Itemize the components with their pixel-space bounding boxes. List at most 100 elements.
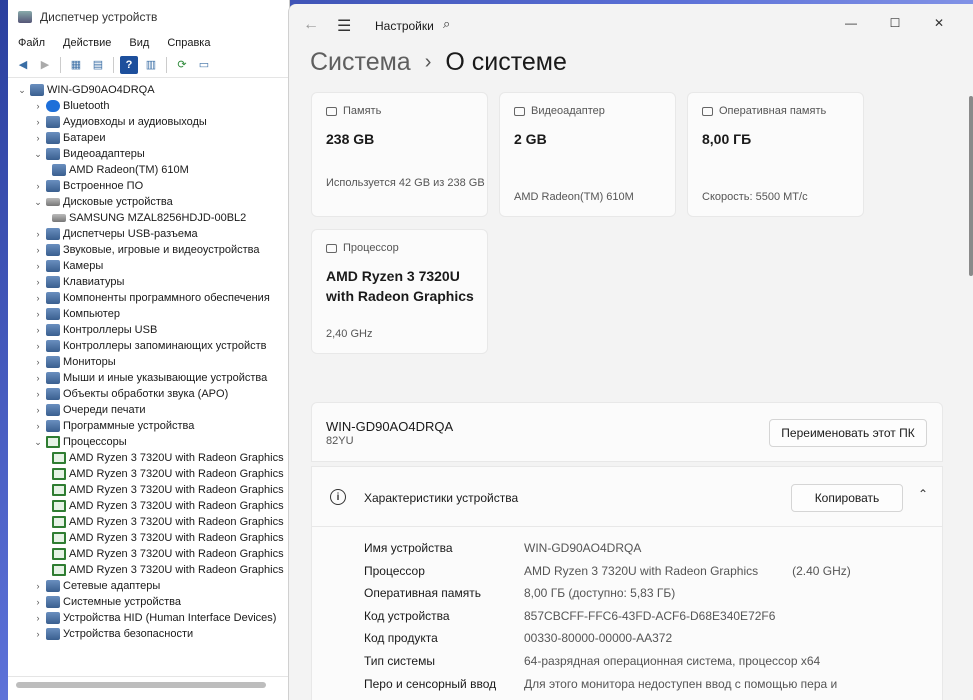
chevron-right-icon[interactable]: › bbox=[32, 613, 44, 623]
scan-hardware-icon[interactable]: ⟳ bbox=[173, 56, 191, 74]
tree-category-item[interactable]: › Встроенное ПО bbox=[8, 178, 289, 194]
chevron-right-icon[interactable]: › bbox=[32, 133, 44, 143]
gpu-card[interactable]: Видеоадаптер 2 GB AMD Radeon(TM) 610M bbox=[499, 92, 676, 217]
tree-category-item[interactable]: › Очереди печати bbox=[8, 402, 289, 418]
chevron-right-icon[interactable]: › bbox=[32, 309, 44, 319]
tree-category-item[interactable]: › Клавиатуры bbox=[8, 274, 289, 290]
tree-item-label: Bluetooth bbox=[63, 100, 110, 112]
resources-icon[interactable]: ▥ bbox=[142, 56, 160, 74]
tree-device-item[interactable]: AMD Ryzen 3 7320U with Radeon Graphics bbox=[8, 466, 289, 482]
tree-category-item[interactable]: › Батареи bbox=[8, 130, 289, 146]
chevron-right-icon[interactable]: › bbox=[32, 277, 44, 287]
tree-category-item[interactable]: › Сетевые адаптеры bbox=[8, 578, 289, 594]
tree-category-item[interactable]: › Камеры bbox=[8, 258, 289, 274]
chevron-right-icon[interactable]: › bbox=[32, 245, 44, 255]
tree-category-item[interactable]: › Bluetooth bbox=[8, 98, 289, 114]
horizontal-scrollbar[interactable] bbox=[8, 676, 289, 692]
breadcrumb-parent[interactable]: Система bbox=[310, 48, 411, 77]
display-adapter-icon bbox=[514, 106, 525, 116]
chevron-right-icon[interactable]: › bbox=[32, 389, 44, 399]
tree-category-item[interactable]: › Устройства безопасности bbox=[8, 626, 289, 642]
tree-category-item[interactable]: ⌄ Дисковые устройства bbox=[8, 194, 289, 210]
tree-device-item[interactable]: SAMSUNG MZAL8256HDJD-00BL2 bbox=[8, 210, 289, 226]
tree-category-item[interactable]: › Мониторы bbox=[8, 354, 289, 370]
maximize-icon[interactable]: ☐ bbox=[873, 10, 917, 36]
collapse-chevron-icon[interactable]: ⌄ bbox=[16, 85, 28, 96]
help-icon[interactable]: ? bbox=[120, 55, 138, 74]
chevron-right-icon[interactable]: › bbox=[32, 229, 44, 239]
tree-category-item[interactable]: › Компоненты программного обеспечения bbox=[8, 290, 289, 306]
close-icon[interactable]: ✕ bbox=[917, 10, 961, 36]
tree-category-item[interactable]: › Диспетчеры USB-разъема bbox=[8, 226, 289, 242]
cpu-card[interactable]: Процессор AMD Ryzen 3 7320U with Radeon … bbox=[311, 229, 488, 354]
chevron-down-icon[interactable]: ⌄ bbox=[32, 197, 44, 208]
chevron-right-icon[interactable]: › bbox=[32, 117, 44, 127]
tree-view-icon[interactable]: ▦ bbox=[67, 56, 85, 74]
chevron-down-icon[interactable]: ⌄ bbox=[32, 437, 44, 448]
tree-device-item[interactable]: AMD Ryzen 3 7320U with Radeon Graphics bbox=[8, 514, 289, 530]
menu-help[interactable]: Справка bbox=[167, 37, 210, 49]
menu-file[interactable]: Файл bbox=[18, 37, 45, 49]
vertical-scrollbar[interactable] bbox=[969, 96, 973, 276]
chevron-right-icon[interactable]: › bbox=[32, 357, 44, 367]
tree-category-item[interactable]: › Мыши и иные указывающие устройства bbox=[8, 370, 289, 386]
hamburger-menu-icon[interactable]: ☰ bbox=[337, 16, 351, 36]
tree-category-item[interactable]: › Программные устройства bbox=[8, 418, 289, 434]
tree-category-item[interactable]: › Контроллеры запоминающих устройств bbox=[8, 338, 289, 354]
copy-button[interactable]: Копировать bbox=[791, 484, 903, 512]
chevron-right-icon[interactable]: › bbox=[32, 629, 44, 639]
chevron-right-icon[interactable]: › bbox=[32, 325, 44, 335]
tree-category-item[interactable]: › Объекты обработки звука (APO) bbox=[8, 386, 289, 402]
chevron-right-icon[interactable]: › bbox=[32, 421, 44, 431]
chevron-right-icon[interactable]: › bbox=[32, 293, 44, 303]
chevron-right-icon[interactable]: › bbox=[32, 405, 44, 415]
device-specs-header[interactable]: i Характеристики устройства Копировать ⌃ bbox=[312, 467, 942, 527]
spec-key: Перо и сенсорный ввод bbox=[364, 676, 497, 691]
scrollbar-thumb[interactable] bbox=[16, 681, 266, 688]
tree-device-item[interactable]: AMD Radeon(TM) 610M bbox=[8, 162, 289, 178]
chevron-up-icon[interactable]: ⌃ bbox=[918, 487, 928, 501]
tree-root[interactable]: ⌄ WIN-GD90AO4DRQA bbox=[8, 82, 289, 98]
chevron-right-icon[interactable]: › bbox=[32, 101, 44, 111]
properties-icon[interactable]: ▤ bbox=[89, 56, 107, 74]
tree-item-label: Батареи bbox=[63, 132, 106, 144]
menu-action[interactable]: Действие bbox=[63, 37, 111, 49]
chevron-down-icon[interactable]: ⌄ bbox=[32, 149, 44, 160]
tree-device-item[interactable]: AMD Ryzen 3 7320U with Radeon Graphics bbox=[8, 498, 289, 514]
tree-category-item[interactable]: › Звуковые, игровые и видеоустройства bbox=[8, 242, 289, 258]
chevron-right-icon[interactable]: › bbox=[32, 597, 44, 607]
tree-category-item[interactable]: ⌄ Видеоадаптеры bbox=[8, 146, 289, 162]
minimize-icon[interactable]: — bbox=[829, 10, 873, 36]
search-icon[interactable]: ⌕ bbox=[443, 16, 450, 32]
rename-pc-button[interactable]: Переименовать этот ПК bbox=[769, 419, 927, 447]
tree-item-label: Устройства безопасности bbox=[63, 628, 194, 640]
menu-view[interactable]: Вид bbox=[129, 37, 149, 49]
tree-item-label: Видеоадаптеры bbox=[63, 148, 145, 160]
chevron-right-icon[interactable]: › bbox=[32, 581, 44, 591]
chevron-right-icon[interactable]: › bbox=[32, 341, 44, 351]
tree-category-item[interactable]: › Контроллеры USB bbox=[8, 322, 289, 338]
storage-card[interactable]: Память 238 GB Используется 42 GB из 238 … bbox=[311, 92, 488, 217]
back-arrow-icon[interactable]: ◀ bbox=[14, 56, 32, 74]
tree-category-item[interactable]: › Аудиовходы и аудиовыходы bbox=[8, 114, 289, 130]
monitor-icon[interactable]: ▭ bbox=[195, 56, 213, 74]
chevron-right-icon[interactable]: › bbox=[32, 373, 44, 383]
spec-row: Код устройства 857CBCFF-FFC6-43FD-ACF6-D6… bbox=[364, 609, 851, 632]
tree-device-item[interactable]: AMD Ryzen 3 7320U with Radeon Graphics bbox=[8, 530, 289, 546]
tree-category-item[interactable]: › Системные устройства bbox=[8, 594, 289, 610]
tree-category-item[interactable]: › Компьютер bbox=[8, 306, 289, 322]
forward-arrow-icon[interactable]: ▶ bbox=[36, 56, 54, 74]
gpu-label: Видеоадаптер bbox=[531, 105, 605, 117]
tree-category-item[interactable]: ⌄ Процессоры bbox=[8, 434, 289, 450]
tree-category-item[interactable]: › Устройства HID (Human Interface Devices… bbox=[8, 610, 289, 626]
tree-device-item[interactable]: AMD Ryzen 3 7320U with Radeon Graphics bbox=[8, 562, 289, 578]
chevron-right-icon[interactable]: › bbox=[32, 181, 44, 191]
back-arrow-icon[interactable]: ← bbox=[303, 16, 319, 34]
tree-device-item[interactable]: AMD Ryzen 3 7320U with Radeon Graphics bbox=[8, 546, 289, 562]
ram-card[interactable]: Оперативная память 8,00 ГБ Скорость: 550… bbox=[687, 92, 864, 217]
cpu-value-line1: AMD Ryzen 3 7320U bbox=[326, 268, 460, 284]
ram-label: Оперативная память bbox=[719, 105, 827, 117]
tree-device-item[interactable]: AMD Ryzen 3 7320U with Radeon Graphics bbox=[8, 482, 289, 498]
tree-device-item[interactable]: AMD Ryzen 3 7320U with Radeon Graphics bbox=[8, 450, 289, 466]
chevron-right-icon[interactable]: › bbox=[32, 261, 44, 271]
